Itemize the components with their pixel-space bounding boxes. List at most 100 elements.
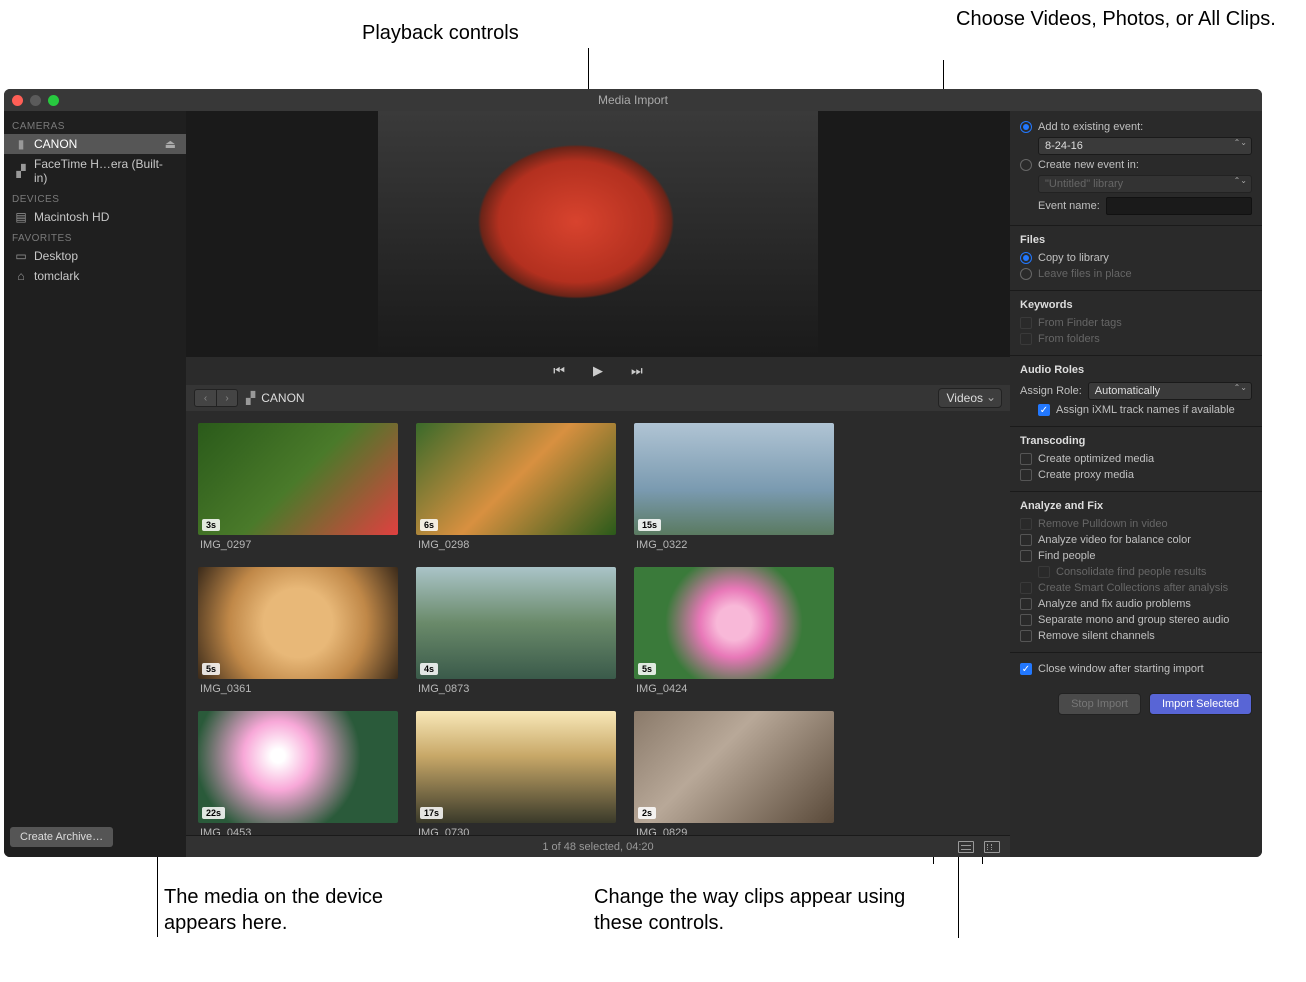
sidebar-item-macintosh-hd[interactable]: ▤ Macintosh HD [4,207,186,227]
clip-image: 17s [416,711,616,823]
preview-image [378,111,818,357]
balance-color-label: Analyze video for balance color [1038,534,1191,546]
clip-thumbnail[interactable]: 6s IMG_0298 [416,423,616,551]
balance-color-checkbox[interactable] [1020,534,1032,546]
separate-mono-checkbox[interactable] [1020,614,1032,626]
drive-icon: ▤ [14,211,28,223]
clip-image: 15s [634,423,834,535]
next-icon[interactable]: ⏭ [631,363,643,379]
add-existing-radio[interactable] [1020,121,1032,133]
ixml-checkbox[interactable]: ✓ [1038,404,1050,416]
clip-duration: 15s [638,519,661,531]
clip-thumbnail[interactable]: 4sIMG_0873 [416,567,616,695]
create-new-radio[interactable] [1020,159,1032,171]
filmstrip-view-icon[interactable] [984,841,1000,853]
sidebar-heading-devices: DEVICES [4,188,186,207]
clip-duration: 22s [202,807,225,819]
filter-select[interactable]: Videos [938,388,1002,408]
event-name-label: Event name: [1038,200,1100,212]
desktop-icon: ▭ [14,250,28,262]
add-existing-label: Add to existing event: [1038,121,1143,133]
sidebar-item-home[interactable]: ⌂ tomclark [4,266,186,286]
sidebar-item-facetime[interactable]: ▞ FaceTime H…era (Built-in) [4,154,186,188]
fix-audio-checkbox[interactable] [1020,598,1032,610]
close-window-label: Close window after starting import [1038,663,1204,675]
camera-icon: ▞ [14,165,28,177]
clip-name: IMG_0829 [634,823,834,835]
analyze-heading: Analyze and Fix [1020,500,1252,512]
proxy-media-label: Create proxy media [1038,469,1134,481]
breadcrumb: ▞ CANON [246,391,305,405]
sidebar-item-canon[interactable]: ▮ CANON ⏏ [4,134,186,154]
clip-name: IMG_0361 [198,679,398,695]
sidebar-item-label: FaceTime H…era (Built-in) [34,157,176,185]
clip-duration: 6s [420,519,438,531]
close-window-checkbox[interactable]: ✓ [1020,663,1032,675]
clip-thumbnail[interactable]: 22s IMG_0453 [198,711,398,835]
clip-duration: 5s [202,663,220,675]
forward-button[interactable]: › [216,389,238,407]
center-pane: ⏮ ▶ ⏭ ‹ › ▞ CANON Videos 3sIMG_0297 6s IMG… [186,111,1010,857]
close-icon[interactable] [12,95,23,106]
remove-silent-checkbox[interactable] [1020,630,1032,642]
clip-image: 4s [416,567,616,679]
stop-import-button[interactable]: Stop Import [1058,693,1141,715]
sidebar-item-desktop[interactable]: ▭ Desktop [4,246,186,266]
zoom-icon[interactable] [48,95,59,106]
eject-icon[interactable]: ⏏ [165,137,176,151]
clip-image: 5s [198,567,398,679]
clip-thumbnail[interactable]: 15s IMG_0322 [634,423,834,551]
clip-thumbnail[interactable]: 3sIMG_0297 [198,423,398,551]
status-text: 1 of 48 selected, 04:20 [542,841,653,853]
optimized-media-label: Create optimized media [1038,453,1154,465]
clip-image: 6s [416,423,616,535]
titlebar: Media Import [4,89,1262,111]
clip-image: 2s [634,711,834,823]
ixml-label: Assign iXML track names if available [1056,404,1235,416]
clip-thumbnail[interactable]: 5sIMG_0424 [634,567,834,695]
finder-tags-checkbox [1020,317,1032,329]
create-new-label: Create new event in: [1038,159,1139,171]
preview-viewer [186,111,1010,357]
existing-event-select[interactable]: 8-24-16 [1038,137,1252,155]
library-select[interactable]: "Untitled" library [1038,175,1252,193]
clip-duration: 5s [638,663,656,675]
clip-name: IMG_0453 [198,823,398,835]
smart-collections-label: Create Smart Collections after analysis [1038,582,1228,594]
audio-roles-heading: Audio Roles [1020,364,1252,376]
previous-icon[interactable]: ⏮ [553,363,565,379]
assign-role-select[interactable]: Automatically [1088,382,1252,400]
finder-tags-label: From Finder tags [1038,317,1122,329]
create-archive-button[interactable]: Create Archive… [10,827,113,847]
event-name-input[interactable] [1106,197,1252,215]
back-button[interactable]: ‹ [194,389,216,407]
leave-in-place-radio[interactable] [1020,268,1032,280]
clip-thumbnail[interactable]: 17sIMG_0730 [416,711,616,835]
sidebar-heading-favorites: FAVORITES [4,227,186,246]
from-folders-checkbox [1020,333,1032,345]
import-selected-button[interactable]: Import Selected [1149,693,1252,715]
clip-name: IMG_0298 [416,535,616,551]
remove-silent-label: Remove silent channels [1038,630,1155,642]
leave-in-place-label: Leave files in place [1038,268,1132,280]
media-import-window: Media Import CAMERAS ▮ CANON ⏏ ▞ FaceTim… [4,89,1262,857]
minimize-icon[interactable] [30,95,41,106]
sidebar-heading-cameras: CAMERAS [4,115,186,134]
list-view-icon[interactable] [958,841,974,853]
separate-mono-label: Separate mono and group stereo audio [1038,614,1229,626]
from-folders-label: From folders [1038,333,1100,345]
clip-name: IMG_0322 [634,535,834,551]
copy-to-library-radio[interactable] [1020,252,1032,264]
camera-icon: ▮ [14,138,28,150]
optimized-media-checkbox[interactable] [1020,453,1032,465]
proxy-media-checkbox[interactable] [1020,469,1032,481]
clip-image: 3s [198,423,398,535]
clip-duration: 2s [638,807,656,819]
remove-pulldown-checkbox [1020,518,1032,530]
window-title: Media Import [598,93,668,107]
play-icon[interactable]: ▶ [593,363,603,379]
clip-thumbnail[interactable]: 5s IMG_0361 [198,567,398,695]
clip-thumbnail[interactable]: 2s IMG_0829 [634,711,834,835]
find-people-checkbox[interactable] [1020,550,1032,562]
sidebar-item-label: tomclark [34,269,79,283]
